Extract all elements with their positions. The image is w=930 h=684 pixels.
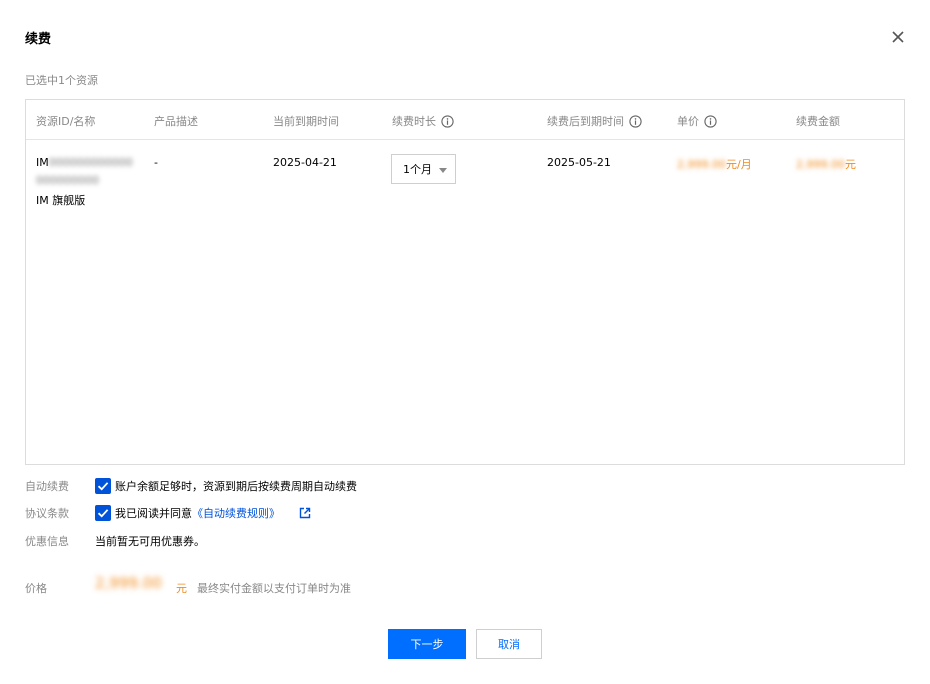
price-value: 2,999.00 xyxy=(95,574,162,592)
new-expiry: 2025-05-21 xyxy=(547,156,611,169)
renewal-dialog: 续费 已选中1个资源 资源ID/名称 产品描述 当前到期时间 续费时长 续费后到… xyxy=(0,0,930,684)
header-new-expiry: 续费后到期时间 xyxy=(547,113,642,129)
external-link-icon[interactable] xyxy=(299,507,311,519)
duration-select-value: 1个月 xyxy=(403,163,432,176)
resource-id-line-1: IM000000000000 xyxy=(36,156,133,169)
info-icon[interactable] xyxy=(441,114,454,128)
current-expiry: 2025-04-21 xyxy=(273,156,337,169)
price-label: 价格 xyxy=(25,582,47,595)
info-icon[interactable] xyxy=(704,114,717,128)
price-unit: 元 xyxy=(176,582,187,595)
header-unit-price: 单价 xyxy=(677,113,717,129)
masked-amount: 2,999.00 xyxy=(796,158,845,171)
info-icon[interactable] xyxy=(629,114,642,128)
header-resource-id: 资源ID/名称 xyxy=(36,115,96,128)
next-button[interactable]: 下一步 xyxy=(388,629,466,659)
caret-down-icon xyxy=(439,168,447,173)
price-note: 最终实付金额以支付订单时为准 xyxy=(197,582,351,595)
selected-count-note: 已选中1个资源 xyxy=(25,74,98,87)
header-duration: 续费时长 xyxy=(392,113,454,129)
close-icon[interactable] xyxy=(889,28,909,48)
dialog-title: 续费 xyxy=(25,32,52,47)
unit-price: 2,999.00元/月 xyxy=(677,158,752,171)
auto-renew-text: 账户余额足够时，资源到期后按续费周期自动续费 xyxy=(115,480,357,493)
header-current-expiry: 当前到期时间 xyxy=(273,115,339,128)
coupon-label: 优惠信息 xyxy=(25,535,69,548)
auto-renew-checkbox[interactable] xyxy=(95,478,111,494)
cancel-button[interactable]: 取消 xyxy=(476,629,542,659)
auto-renew-rules-link[interactable]: 《自动续费规则》 xyxy=(192,507,280,520)
masked-unit-price: 2,999.00 xyxy=(677,158,726,171)
product-desc: - xyxy=(154,156,158,169)
coupon-text: 当前暂无可用优惠券。 xyxy=(95,535,205,548)
duration-select[interactable]: 1个月 xyxy=(391,154,456,184)
masked-resource-id-cont: 000000000 xyxy=(36,174,99,187)
resource-id-line-2: 000000000 xyxy=(36,174,99,187)
resource-table: 资源ID/名称 产品描述 当前到期时间 续费时长 续费后到期时间 单价 续费金额… xyxy=(25,99,905,465)
header-product-desc: 产品描述 xyxy=(154,115,198,128)
header-amount: 续费金额 xyxy=(796,115,840,128)
masked-resource-id: 000000000000 xyxy=(48,156,133,169)
agreement-checkbox[interactable] xyxy=(95,505,111,521)
agreement-text: 我已阅读并同意《自动续费规则》 xyxy=(115,507,280,520)
auto-renew-label: 自动续费 xyxy=(25,480,69,493)
agreement-label: 协议条款 xyxy=(25,507,69,520)
resource-name: IM 旗舰版 xyxy=(36,194,86,207)
renewal-amount: 2,999.00元 xyxy=(796,158,856,171)
table-header: 资源ID/名称 产品描述 当前到期时间 续费时长 续费后到期时间 单价 续费金额 xyxy=(26,100,904,140)
masked-price: 2,999.00 xyxy=(95,574,162,592)
